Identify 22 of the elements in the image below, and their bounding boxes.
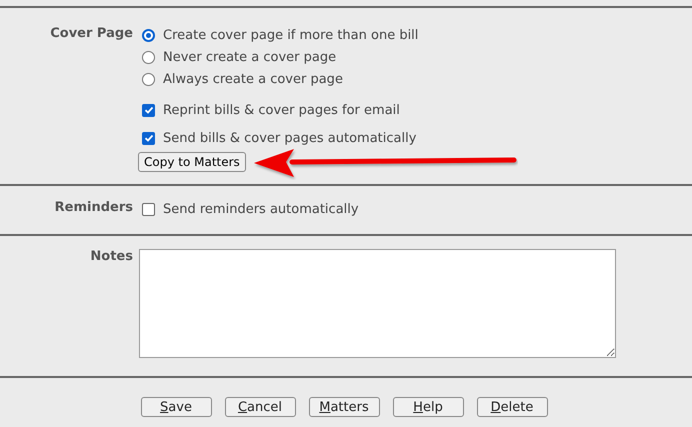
footer-button[interactable]: Help bbox=[392, 397, 464, 417]
footer-button[interactable]: Cancel bbox=[224, 397, 296, 417]
checkbox[interactable] bbox=[142, 202, 155, 216]
checkbox[interactable] bbox=[142, 132, 155, 144]
radio-button[interactable] bbox=[142, 50, 155, 64]
radio-button[interactable] bbox=[142, 28, 155, 42]
footer-button[interactable]: Delete bbox=[476, 397, 548, 417]
reminders-label: Reminders bbox=[54, 199, 133, 217]
option-label: Always create a cover page bbox=[163, 72, 343, 86]
radio-button[interactable] bbox=[142, 72, 155, 86]
footer-button[interactable]: Save bbox=[140, 397, 212, 417]
notes-label: Notes bbox=[90, 248, 133, 266]
cover-page-label: Cover Page bbox=[50, 25, 133, 43]
copy-to-matters-button[interactable]: Copy to Matters bbox=[138, 152, 246, 172]
notes-field[interactable] bbox=[139, 249, 616, 358]
checkbox[interactable] bbox=[142, 104, 155, 116]
option-label: Never create a cover page bbox=[163, 50, 336, 64]
checkbox-label: Send reminders automatically bbox=[163, 202, 359, 216]
checkbox-label: Reprint bills & cover pages for email bbox=[163, 102, 400, 118]
option-label: Create cover page if more than one bill bbox=[163, 28, 418, 42]
footer-button[interactable]: Matters bbox=[308, 397, 380, 417]
checkbox-label: Send bills & cover pages automatically bbox=[163, 130, 416, 146]
